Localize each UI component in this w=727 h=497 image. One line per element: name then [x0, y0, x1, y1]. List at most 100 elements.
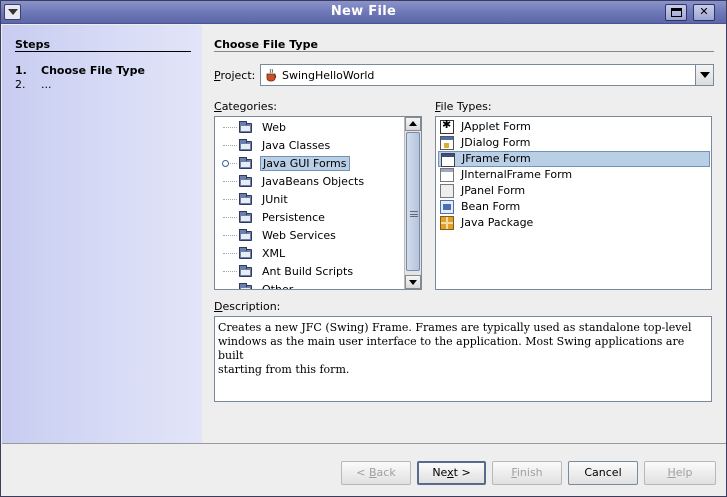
folder-icon: [239, 139, 252, 151]
file-type-item[interactable]: Java Package: [438, 215, 710, 231]
tree-connector: [223, 217, 237, 218]
tree-connector: [223, 253, 237, 254]
file-type-item[interactable]: JInternalFrame Form: [438, 167, 710, 183]
folder-icon: [239, 265, 252, 277]
tree-connector: [223, 235, 237, 236]
scroll-grip-icon: [410, 211, 418, 217]
frame-form-icon: [441, 153, 455, 167]
category-label: Web Services: [262, 229, 336, 242]
categories-scrollbar[interactable]: [404, 117, 421, 289]
category-item[interactable]: XML: [215, 245, 405, 263]
project-label: Project:: [214, 69, 256, 82]
folder-icon: [239, 283, 252, 289]
close-button[interactable]: ✕: [693, 4, 715, 21]
category-label: JUnit: [262, 193, 288, 206]
file-type-item[interactable]: Bean Form: [438, 199, 710, 215]
bean-form-icon: [440, 200, 454, 214]
category-item[interactable]: Java GUI Forms: [215, 155, 405, 173]
button-bar-divider: [2, 443, 726, 444]
folder-icon: [239, 193, 252, 205]
file-types-list[interactable]: JApplet Form JDialog Form JFrame Form JInte…: [435, 116, 712, 290]
category-label: XML: [262, 247, 286, 260]
file-type-item[interactable]: JApplet Form: [438, 118, 710, 135]
tree-connector: [223, 271, 237, 272]
help-button[interactable]: Help: [644, 461, 716, 485]
file-type-label: JDialog Form: [461, 136, 531, 149]
new-file-dialog: New File ✕ Steps 1. Choose File Type 2...…: [0, 0, 727, 497]
description-box: Creates a new JFC (Swing) Frame. Frames …: [214, 316, 712, 402]
tree-connector: [223, 145, 237, 146]
step-label: Choose File Type: [41, 64, 145, 77]
category-item[interactable]: Web: [215, 119, 405, 137]
file-type-item[interactable]: JFrame Form: [438, 151, 710, 167]
category-label: Java GUI Forms: [260, 156, 350, 171]
step-label: ...: [41, 78, 52, 91]
category-label: Ant Build Scripts: [262, 265, 354, 278]
internal-frame-form-icon: [440, 168, 454, 182]
category-item[interactable]: JavaBeans Objects: [215, 173, 405, 191]
steps-header: Steps: [15, 38, 51, 51]
scroll-down-button[interactable]: [405, 275, 421, 289]
scroll-up-button[interactable]: [405, 117, 421, 131]
description-line: starting from this form.: [218, 363, 350, 376]
category-item[interactable]: Ant Build Scripts: [215, 263, 405, 281]
description-line: Creates a new JFC (Swing) Frame. Frames …: [218, 321, 692, 334]
category-label: Java Classes: [262, 139, 331, 152]
tree-node-handle-icon[interactable]: [222, 160, 229, 167]
step-item: 1. Choose File Type: [15, 64, 145, 77]
heading-divider: [214, 51, 714, 52]
file-type-label: JPanel Form: [461, 184, 526, 197]
finish-button[interactable]: Finish: [492, 461, 562, 485]
maximize-button[interactable]: [665, 4, 687, 21]
step-item: 2....: [15, 78, 52, 91]
description-line: windows as the main user interface to th…: [218, 335, 685, 362]
file-type-item[interactable]: JPanel Form: [438, 183, 710, 199]
category-item[interactable]: Java Classes: [215, 137, 405, 155]
window-title: New File: [330, 4, 397, 19]
step-number: 1.: [15, 64, 27, 77]
folder-icon: [239, 175, 252, 187]
step-number: 2.: [15, 78, 26, 91]
file-type-label: Java Package: [461, 216, 534, 229]
tree-connector: [223, 199, 237, 200]
cancel-button[interactable]: Cancel: [568, 461, 638, 485]
categories-tree[interactable]: Other Ant Build Scripts XML Web Services Per…: [214, 116, 422, 290]
file-types-label: File Types:: [435, 100, 492, 113]
dialog-form-icon: [440, 136, 454, 150]
tree-connector: [223, 127, 237, 128]
project-value: SwingHelloWorld: [282, 69, 375, 82]
next-button[interactable]: Next >: [417, 461, 486, 485]
panel-form-icon: [440, 184, 454, 198]
folder-icon: [239, 157, 252, 169]
category-label: Other: [262, 283, 294, 290]
panel-heading: Choose File Type: [214, 38, 318, 51]
folder-icon: [239, 229, 252, 241]
categories-label: Categories:: [214, 100, 278, 113]
title-bar[interactable]: New File ✕: [1, 1, 726, 24]
tree-connector: [223, 289, 237, 290]
category-item[interactable]: JUnit: [215, 191, 405, 209]
tree-connector: [223, 181, 237, 182]
project-combobox[interactable]: SwingHelloWorld: [260, 64, 714, 86]
category-item[interactable]: Web Services: [215, 227, 405, 245]
close-icon: ✕: [699, 5, 709, 18]
file-type-label: JApplet Form: [461, 120, 531, 133]
file-type-label: JFrame Form: [462, 152, 531, 165]
category-label: JavaBeans Objects: [262, 175, 365, 188]
combobox-dropdown-button[interactable]: [695, 65, 713, 85]
applet-form-icon: [440, 118, 454, 134]
category-item[interactable]: Other: [215, 281, 405, 290]
java-package-icon: [440, 216, 454, 230]
folder-icon: [239, 211, 252, 223]
category-item[interactable]: Persistence: [215, 209, 405, 227]
back-button[interactable]: < Back: [341, 461, 411, 485]
java-project-icon: [266, 68, 277, 82]
category-label: Persistence: [262, 211, 325, 224]
file-type-item[interactable]: JDialog Form: [438, 135, 710, 151]
main-panel: Choose File Type Project: SwingHelloWorl…: [202, 25, 726, 443]
file-type-label: JInternalFrame Form: [461, 168, 573, 181]
steps-panel: Steps 1. Choose File Type 2....: [2, 25, 202, 443]
file-type-label: Bean Form: [461, 200, 521, 213]
scroll-thumb[interactable]: [406, 132, 420, 271]
maximize-icon: [671, 8, 682, 17]
